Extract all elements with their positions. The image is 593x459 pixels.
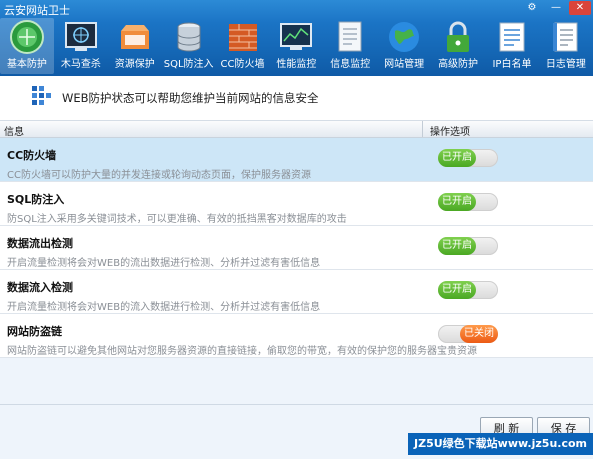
document-icon xyxy=(338,21,362,52)
database-icon xyxy=(177,22,201,52)
toggle-label: 已开启 xyxy=(438,237,476,255)
tool-label: 日志管理 xyxy=(545,59,586,70)
grid-dots-icon xyxy=(32,86,51,105)
tool-log-management[interactable]: 日志管理 xyxy=(539,18,593,74)
tool-resource-protection[interactable]: 资源保护 xyxy=(108,18,162,74)
toggle-label: 已开启 xyxy=(438,281,476,299)
tool-label: 网站管理 xyxy=(384,59,425,70)
tool-label: 性能监控 xyxy=(276,59,317,70)
tool-site-management[interactable]: 网站管理 xyxy=(377,18,431,74)
firewall-brick-icon xyxy=(228,24,257,51)
status-toggle[interactable]: 已开启 xyxy=(438,281,498,299)
app-title: 云安网站卫士 xyxy=(4,4,70,17)
tool-label: 资源保护 xyxy=(114,59,155,70)
row-title: 网站防盗链 xyxy=(7,325,62,338)
table-row[interactable]: CC防火墙 CC防火墙可以防护大量的并发连接或轮询动态页面，保护服务器资源 已开… xyxy=(0,138,593,182)
top-bar: 云安网站卫士 ⚙ — ✕ 基本防护 木马查杀 资源保护 SQL防注入 CC防火墙… xyxy=(0,0,593,76)
column-header-info: 信息 xyxy=(4,127,24,138)
row-title: SQL防注入 xyxy=(7,193,65,206)
padlock-icon xyxy=(447,21,470,52)
info-header: WEB防护状态可以帮助您维护当前网站的信息安全 xyxy=(0,76,593,121)
status-toggle[interactable]: 已开启 xyxy=(438,237,498,255)
row-title: CC防火墙 xyxy=(7,149,57,162)
earth-globe-icon xyxy=(389,22,420,52)
tool-label: 基本防护 xyxy=(6,59,47,70)
tool-label: IP白名单 xyxy=(492,59,532,70)
protection-list: CC防火墙 CC防火墙可以防护大量的并发连接或轮询动态页面，保护服务器资源 已开… xyxy=(0,138,593,358)
window-controls: ⚙ — ✕ xyxy=(521,1,591,15)
column-header-options: 操作选项 xyxy=(430,127,470,138)
folder-box-icon xyxy=(120,25,149,49)
tool-ip-whitelist[interactable]: IP白名单 xyxy=(485,18,539,74)
status-toggle[interactable]: 已关闭 xyxy=(438,325,498,343)
tool-sql-injection[interactable]: SQL防注入 xyxy=(162,18,216,74)
monitor-chart-icon xyxy=(280,23,313,50)
toggle-label: 已开启 xyxy=(438,149,476,167)
row-description: CC防火墙可以防护大量的并发连接或轮询动态页面，保护服务器资源 xyxy=(7,170,311,181)
tool-advanced-protection[interactable]: 高级防护 xyxy=(431,18,485,74)
shield-globe-icon xyxy=(9,20,44,54)
table-row[interactable]: 数据流出检测 开启流量检测将会对WEB的流出数据进行检测、分析并过滤有害低信息 … xyxy=(0,226,593,270)
table-row[interactable]: SQL防注入 防SQL注入采用多关键词技术，可以更准确、有效的抵挡黑客对数据库的… xyxy=(0,182,593,226)
tool-label: 信息监控 xyxy=(330,59,371,70)
tool-performance-monitor[interactable]: 性能监控 xyxy=(269,18,323,74)
close-button[interactable]: ✕ xyxy=(569,1,591,15)
watermark-banner: JZ5U绿色下载站www.jz5u.com xyxy=(408,433,593,455)
table-header: 信息 操作选项 xyxy=(0,121,593,138)
tool-label: SQL防注入 xyxy=(163,59,214,70)
row-description: 防SQL注入采用多关键词技术，可以更准确、有效的抵挡黑客对数据库的攻击 xyxy=(7,214,347,225)
table-row[interactable]: 数据流入检测 开启流量检测将会对WEB的流入数据进行检测、分析并过滤有害低信息 … xyxy=(0,270,593,314)
status-toggle[interactable]: 已开启 xyxy=(438,149,498,167)
log-notebook-icon xyxy=(552,22,578,52)
tool-label: 木马查杀 xyxy=(60,59,101,70)
toggle-label: 已开启 xyxy=(438,193,476,211)
tool-trojan-scan[interactable]: 木马查杀 xyxy=(54,18,108,74)
row-title: 数据流入检测 xyxy=(7,281,73,294)
virus-scan-icon xyxy=(64,22,97,51)
tool-cc-firewall[interactable]: CC防火墙 xyxy=(216,18,270,74)
row-title: 数据流出检测 xyxy=(7,237,73,250)
tool-label: CC防火墙 xyxy=(220,59,265,70)
table-row[interactable]: 网站防盗链 网站防盗链可以避免其他网站对您服务器资源的直接链接，偷取您的带宽，有… xyxy=(0,314,593,358)
tool-label: 高级防护 xyxy=(438,59,479,70)
row-description: 开启流量检测将会对WEB的流出数据进行检测、分析并过滤有害低信息 xyxy=(7,258,321,269)
status-toggle[interactable]: 已开启 xyxy=(438,193,498,211)
row-description: 网站防盗链可以避免其他网站对您服务器资源的直接链接，偷取您的带宽，有效的保护您的… xyxy=(7,346,477,357)
toggle-label: 已关闭 xyxy=(460,325,498,343)
settings-icon[interactable]: ⚙ xyxy=(521,1,543,15)
main-toolbar: 基本防护 木马查杀 资源保护 SQL防注入 CC防火墙 性能监控 信息监控 网站… xyxy=(0,18,593,74)
column-divider xyxy=(422,121,423,137)
ip-whitelist-icon xyxy=(499,22,525,52)
minimize-button[interactable]: — xyxy=(545,1,567,15)
tool-basic-protection[interactable]: 基本防护 xyxy=(0,18,54,74)
row-description: 开启流量检测将会对WEB的流入数据进行检测、分析并过滤有害低信息 xyxy=(7,302,321,313)
title-bar: 云安网站卫士 ⚙ — ✕ xyxy=(0,0,593,18)
info-header-text: WEB防护状态可以帮助您维护当前网站的信息安全 xyxy=(62,91,319,105)
tool-info-monitor[interactable]: 信息监控 xyxy=(323,18,377,74)
